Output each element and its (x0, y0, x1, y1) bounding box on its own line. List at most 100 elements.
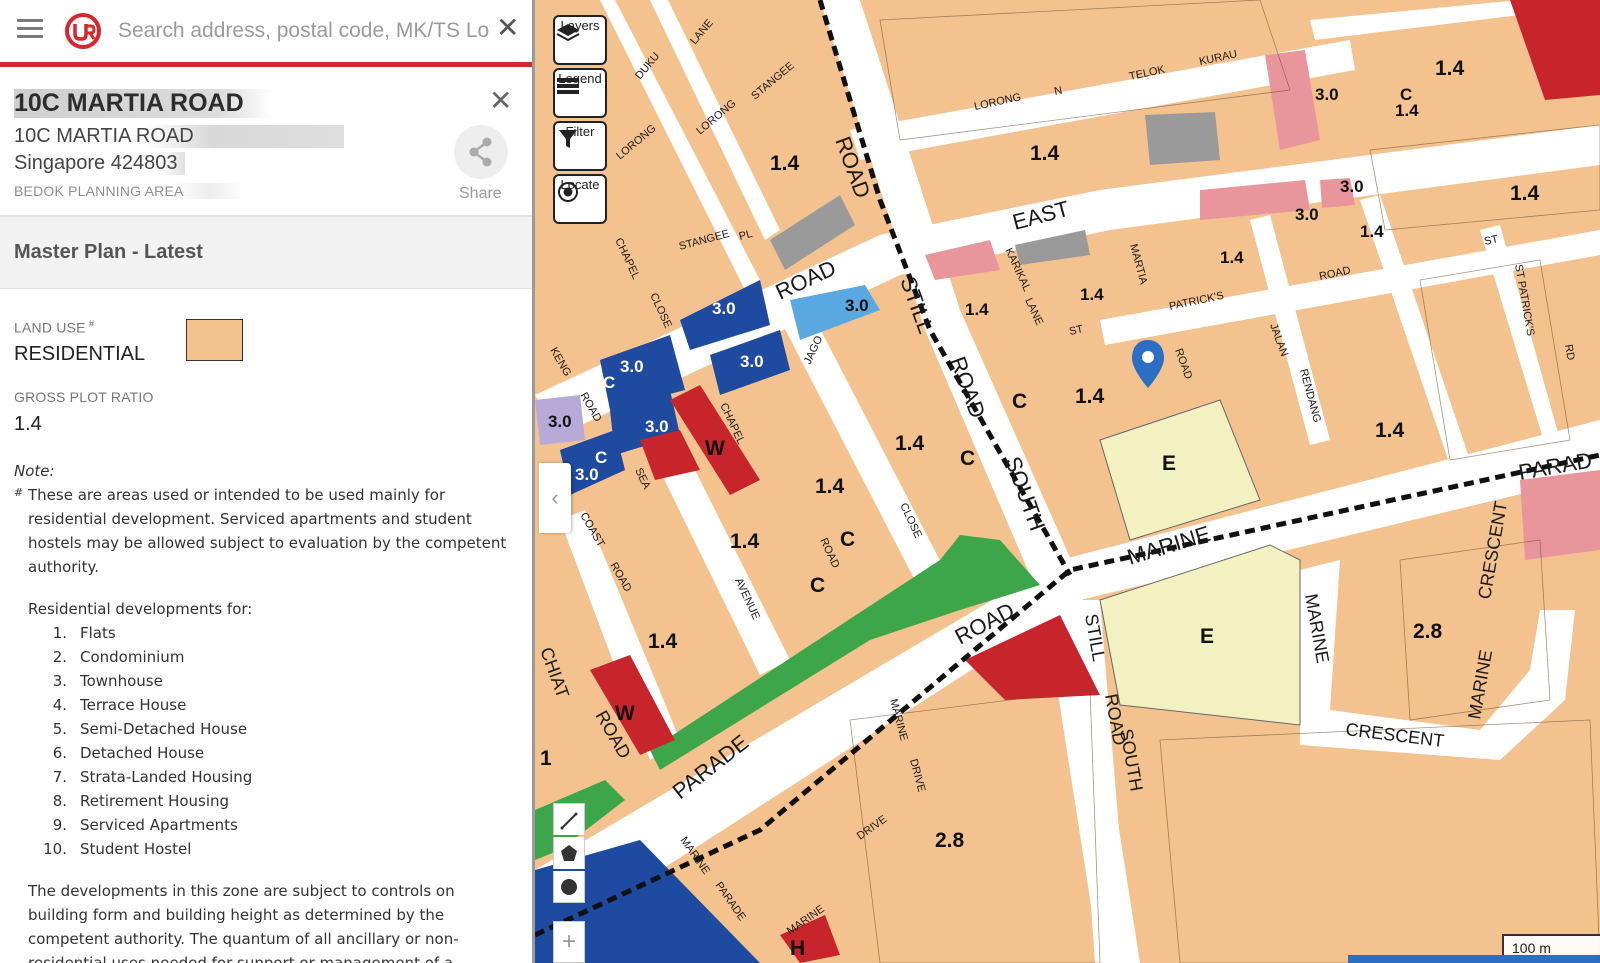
residential-list-item: 10. Student Hostel (28, 837, 519, 861)
list-item-label: Detached House (80, 744, 205, 762)
note-text: These are areas used or intended to be u… (28, 486, 507, 576)
svg-text:C: C (603, 373, 615, 392)
svg-text:1.4: 1.4 (1080, 285, 1104, 304)
residential-list: 1. Flats 2. Condominium 3. Townhouse 4. Terrace… (28, 621, 519, 861)
list-item-number: 10. (43, 840, 67, 858)
svg-text:1.4: 1.4 (895, 432, 925, 455)
attribution-bar (1348, 955, 1600, 963)
map-view[interactable]: ROAD STILL ROAD ROAD SOUTH EAST MARINE R… (535, 0, 1600, 963)
svg-text:1.4: 1.4 (1220, 248, 1244, 267)
land-use-label: LAND USE # (14, 319, 95, 336)
svg-text:1.4: 1.4 (1375, 419, 1405, 442)
address-card: 10C MARTIA ROAD ✕ 10C MARTIA ROAD Singap… (0, 67, 532, 217)
collapse-panel-button[interactable]: ‹ (539, 463, 571, 533)
residential-list-item: 7. Strata-Landed Housing (28, 765, 519, 789)
svg-text:1.4: 1.4 (1075, 385, 1105, 408)
chevron-left-icon: ‹ (551, 485, 559, 510)
list-item-label: Retirement Housing (80, 792, 230, 810)
svg-text:1: 1 (540, 747, 552, 770)
svg-text:1.4: 1.4 (815, 475, 845, 498)
svg-text:3.0: 3.0 (548, 412, 572, 431)
list-item-label: Student Hostel (80, 840, 192, 858)
measure-line-tool[interactable] (553, 803, 585, 835)
address-line-1: 10C MARTIA ROAD (14, 125, 344, 148)
ruler-icon (560, 812, 578, 830)
plus-icon: + (561, 928, 576, 955)
list-item-number: 2. (52, 648, 67, 666)
svg-text:C: C (810, 574, 825, 597)
list-item-number: 9. (52, 816, 67, 834)
list-item-label: Townhouse (80, 672, 163, 690)
share-button[interactable] (454, 125, 508, 179)
pentagon-icon (561, 845, 577, 861)
residential-heading: Residential developments for: (28, 600, 253, 618)
list-item-number: 5. (52, 720, 67, 738)
polygon-tool[interactable] (553, 837, 585, 869)
svg-text:C: C (1400, 85, 1412, 104)
list-item-number: 4. (52, 696, 67, 714)
legend-button[interactable]: Legend (553, 68, 607, 118)
list-item-label: Serviced Apartments (80, 816, 238, 834)
circle-tool[interactable] (553, 871, 585, 903)
svg-text:1.4: 1.4 (1360, 222, 1384, 241)
layers-button[interactable]: Layers (553, 15, 607, 65)
list-item-number: 6. (52, 744, 67, 762)
master-plan-title: Master Plan - Latest (14, 241, 203, 263)
svg-text:W: W (705, 437, 725, 460)
svg-text:1.4: 1.4 (1030, 142, 1060, 165)
address-title: 10C MARTIA ROAD (14, 89, 272, 118)
layers-icon (556, 24, 580, 42)
search-bar: ✕ (0, 0, 532, 67)
svg-text:W: W (615, 702, 635, 725)
svg-text:C: C (840, 528, 855, 551)
list-item-number: 8. (52, 792, 67, 810)
filter-button[interactable]: Filter (553, 121, 607, 171)
land-use-value: RESIDENTIAL (14, 343, 146, 365)
svg-text:3.0: 3.0 (712, 299, 736, 318)
list-item-number: 1. (52, 624, 67, 642)
zoom-in-button[interactable]: + (553, 921, 585, 963)
app-window: ✕ 10C MARTIA ROAD ✕ 10C MARTIA ROAD Sing… (0, 0, 1600, 963)
locate-button[interactable]: Locate (553, 174, 607, 224)
list-item-label: Flats (80, 624, 116, 642)
residential-list-item: 1. Flats (28, 621, 519, 645)
list-item-label: Strata-Landed Housing (80, 768, 253, 786)
svg-text:3.0: 3.0 (620, 357, 644, 376)
svg-text:1.4: 1.4 (730, 530, 760, 553)
svg-text:C: C (960, 447, 975, 470)
list-item-number: 7. (52, 768, 67, 786)
residential-list-item: 6. Detached House (28, 741, 519, 765)
svg-text:3.0: 3.0 (1295, 205, 1319, 224)
master-plan-map[interactable]: ROAD STILL ROAD ROAD SOUTH EAST MARINE R… (535, 0, 1600, 963)
svg-text:1.4: 1.4 (1435, 57, 1465, 80)
circle-icon (561, 879, 577, 895)
hamburger-menu-icon[interactable] (17, 19, 43, 41)
svg-text:3.0: 3.0 (1315, 85, 1339, 104)
planning-area: BEDOK PLANNING AREA (14, 183, 244, 199)
svg-text:1.4: 1.4 (648, 630, 678, 653)
clear-search-icon[interactable]: ✕ (496, 14, 519, 42)
legend-icon (557, 78, 579, 94)
svg-text:1.4: 1.4 (965, 300, 989, 319)
land-use-swatch (186, 319, 243, 361)
gpr-value: 1.4 (14, 413, 42, 435)
residential-list-item: 2. Condominium (28, 645, 519, 669)
share-icon (469, 137, 492, 167)
list-item-number: 3. (52, 672, 67, 690)
close-icon[interactable]: ✕ (489, 87, 512, 115)
search-input[interactable] (118, 16, 490, 46)
svg-text:3.0: 3.0 (645, 417, 669, 436)
sidebar-panel: ✕ 10C MARTIA ROAD ✕ 10C MARTIA ROAD Sing… (0, 0, 535, 963)
svg-text:H: H (790, 937, 805, 960)
svg-text:3.0: 3.0 (575, 465, 599, 484)
list-item-label: Terrace House (80, 696, 187, 714)
address-line-2: Singapore 424803 (14, 152, 186, 175)
master-plan-header: Master Plan - Latest (0, 217, 532, 289)
ura-logo[interactable] (64, 12, 102, 50)
share-label: Share (459, 185, 502, 202)
svg-text:1.4: 1.4 (770, 152, 800, 175)
residential-list-item: 9. Serviced Apartments (28, 813, 519, 837)
note-section: Note: # These are areas used or intended… (14, 459, 519, 963)
svg-text:C: C (595, 448, 607, 467)
svg-text:1.4: 1.4 (1510, 182, 1540, 205)
